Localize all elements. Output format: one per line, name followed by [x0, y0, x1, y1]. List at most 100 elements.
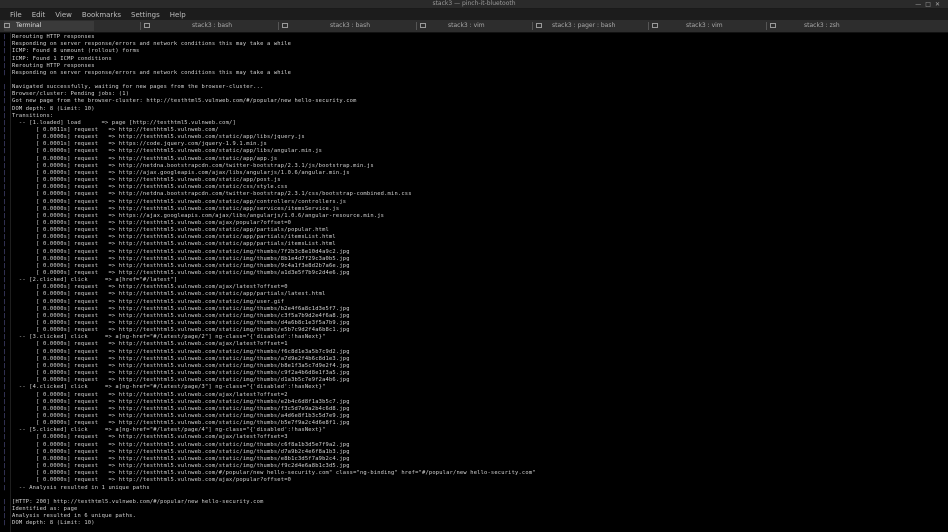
terminal-line: [ 0.0000s] request => https://ajax.googl…	[12, 212, 385, 219]
close-icon[interactable]: ✕	[935, 1, 940, 8]
terminal-line: [ 0.0000s] request => http://testhtml5.v…	[12, 448, 350, 455]
terminal-line: [ 0.0011s] request => http://testhtml5.v…	[12, 127, 219, 133]
gutter-marker: |	[3, 134, 7, 141]
gutter-marker: |	[3, 162, 7, 169]
terminal-line: -- [1.loaded] load => page [http://testh…	[12, 119, 236, 126]
menu-bookmarks[interactable]: Bookmarks	[82, 11, 121, 19]
gutter-marker: |	[3, 377, 7, 384]
tab-label: stack3 : vim	[448, 22, 485, 29]
terminal-line: [ 0.0000s] request => http://testhtml5.v…	[12, 298, 285, 305]
menu-file[interactable]: File	[10, 11, 22, 19]
tab-separator	[648, 22, 649, 30]
terminal-line: -- [4.clicked] click => a[ng-href="#/lat…	[12, 384, 326, 391]
gutter-marker: |	[3, 191, 7, 198]
terminal-line: [ 0.0000s] request => http://testhtml5.v…	[12, 341, 288, 348]
terminal-line: [ 0.0000s] request => http://testhtml5.v…	[12, 355, 350, 362]
tab-1[interactable]: stack3 : bash	[144, 21, 274, 31]
window-titlebar[interactable]: stack3 — pinch-it-bluetooth — □ ✕	[0, 0, 948, 9]
tab-label: stack3 : bash	[330, 22, 370, 29]
terminal-line: [ 0.0000s] request => http://testhtml5.v…	[12, 270, 350, 276]
terminal-line: DOM depth: 8 (Limit: 10)	[12, 105, 95, 112]
tab-label: Terminal	[16, 22, 42, 29]
terminal-line: [ 0.0000s] request => http://testhtml5.v…	[12, 441, 350, 448]
terminal-line: Identified as: page	[12, 505, 78, 512]
gutter-marker	[3, 77, 7, 84]
minimize-icon[interactable]: —	[915, 1, 921, 8]
gutter-marker: |	[3, 34, 7, 40]
terminal-icon	[282, 23, 288, 28]
gutter-marker: |	[3, 291, 7, 298]
terminal-line: [ 0.0000s] request => http://testhtml5.v…	[12, 413, 350, 419]
terminal-output[interactable]: | Rerouting HTTP responses | Responding on …	[0, 33, 948, 532]
gutter-marker: |	[3, 69, 7, 76]
terminal-line: [ 0.0000s] request => http://testhtml5.v…	[12, 219, 292, 226]
gutter-marker: |	[3, 484, 7, 491]
tab-label: stack3 : vim	[686, 22, 723, 29]
gutter-marker: |	[3, 234, 7, 241]
terminal-line: -- [2.clicked] click => a[href="#/latest…	[12, 277, 178, 284]
gutter-marker: |	[3, 48, 7, 55]
gutter-marker: |	[3, 270, 7, 276]
gutter-marker: |	[3, 41, 7, 48]
tab-5[interactable]: stack3 : vim	[652, 21, 762, 31]
gutter-marker: |	[3, 241, 7, 248]
terminal-line: Browser/cluster: Pending jobs: (1)	[12, 91, 130, 98]
tab-2[interactable]: stack3 : bash	[282, 21, 412, 31]
gutter-marker: |	[3, 470, 7, 477]
terminal-line: [ 0.0000s] request => http://testhtml5.v…	[12, 241, 336, 248]
terminal-line: [ 0.0000s] request => http://testhtml5.v…	[12, 420, 350, 427]
tab-3[interactable]: stack3 : vim	[420, 21, 530, 31]
terminal-line: [ 0.0000s] request => http://testhtml5.v…	[12, 255, 350, 262]
terminal-icon	[144, 23, 150, 28]
terminal-line: [ 0.0000s] request => http://testhtml5.v…	[12, 134, 305, 141]
maximize-icon[interactable]: □	[925, 1, 931, 8]
terminal-line: Transitions:	[12, 112, 54, 119]
gutter-marker: |	[3, 384, 7, 391]
tab-terminal[interactable]: Terminal	[4, 21, 94, 31]
tab-separator	[140, 22, 141, 30]
terminal-icon	[4, 23, 10, 28]
terminal-line: Navigated successfully, waiting for new …	[12, 84, 264, 91]
menu-view[interactable]: View	[55, 11, 72, 19]
gutter-marker: |	[3, 212, 7, 219]
gutter-marker: |	[3, 277, 7, 284]
terminal-line: [ 0.0000s] request => http://testhtml5.v…	[12, 291, 326, 298]
menu-edit[interactable]: Edit	[32, 11, 46, 19]
terminal-line: [ 0.0000s] request => http://testhtml5.v…	[12, 455, 350, 462]
gutter-marker: |	[3, 141, 7, 148]
gutter-marker: |	[3, 177, 7, 183]
gutter-marker: |	[3, 434, 7, 441]
terminal-line: [ 0.0000s] request => http://testhtml5.v…	[12, 377, 350, 384]
gutter-marker: |	[3, 248, 7, 255]
gutter-marker: |	[3, 441, 7, 448]
gutter-marker: |	[3, 405, 7, 412]
terminal-line: ICMP: Found 8 unmount (rollout) forms	[12, 48, 140, 55]
terminal-line: [ 0.0000s] request => http://testhtml5.v…	[12, 312, 350, 319]
terminal-line: [ 0.0000s] request => http://testhtml5.v…	[12, 177, 281, 183]
terminal-line: [ 0.0000s] request => http://testhtml5.v…	[12, 327, 350, 334]
gutter-marker: |	[3, 398, 7, 405]
terminal-line: -- [3.clicked] click => a[ng-href="#/lat…	[12, 334, 326, 341]
terminal-line: Got new page from the browser-cluster: h…	[12, 98, 357, 105]
gutter-marker: |	[3, 455, 7, 462]
gutter-marker: |	[3, 362, 7, 369]
terminal-icon	[770, 23, 776, 28]
gutter-marker: |	[3, 520, 7, 527]
gutter-marker: |	[3, 513, 7, 520]
gutter-marker: |	[3, 391, 7, 398]
terminal-line: -- [5.clicked] click => a[ng-href="#/lat…	[12, 427, 326, 434]
gutter-marker: |	[3, 169, 7, 176]
terminal-line: ICMP: Found 1 ICMP conditions	[12, 55, 112, 62]
terminal-line: [ 0.0000s] request => http://testhtml5.v…	[12, 198, 347, 205]
gutter-marker: |	[3, 448, 7, 455]
gutter-marker: |	[3, 355, 7, 362]
tab-6[interactable]: stack3 : zsh	[770, 21, 880, 31]
menu-settings[interactable]: Settings	[131, 11, 160, 19]
gutter-marker: |	[3, 413, 7, 419]
terminal-line: [ 0.0000s] request => http://testhtml5.v…	[12, 262, 350, 269]
window-title: stack3 — pinch-it-bluetooth	[432, 0, 516, 7]
tab-4[interactable]: stack3 : pager : bash	[536, 21, 646, 31]
menu-help[interactable]: Help	[170, 11, 186, 19]
terminal-line: [ 0.0000s] request => http://ajax.google…	[12, 169, 350, 176]
gutter-marker: |	[3, 55, 7, 62]
